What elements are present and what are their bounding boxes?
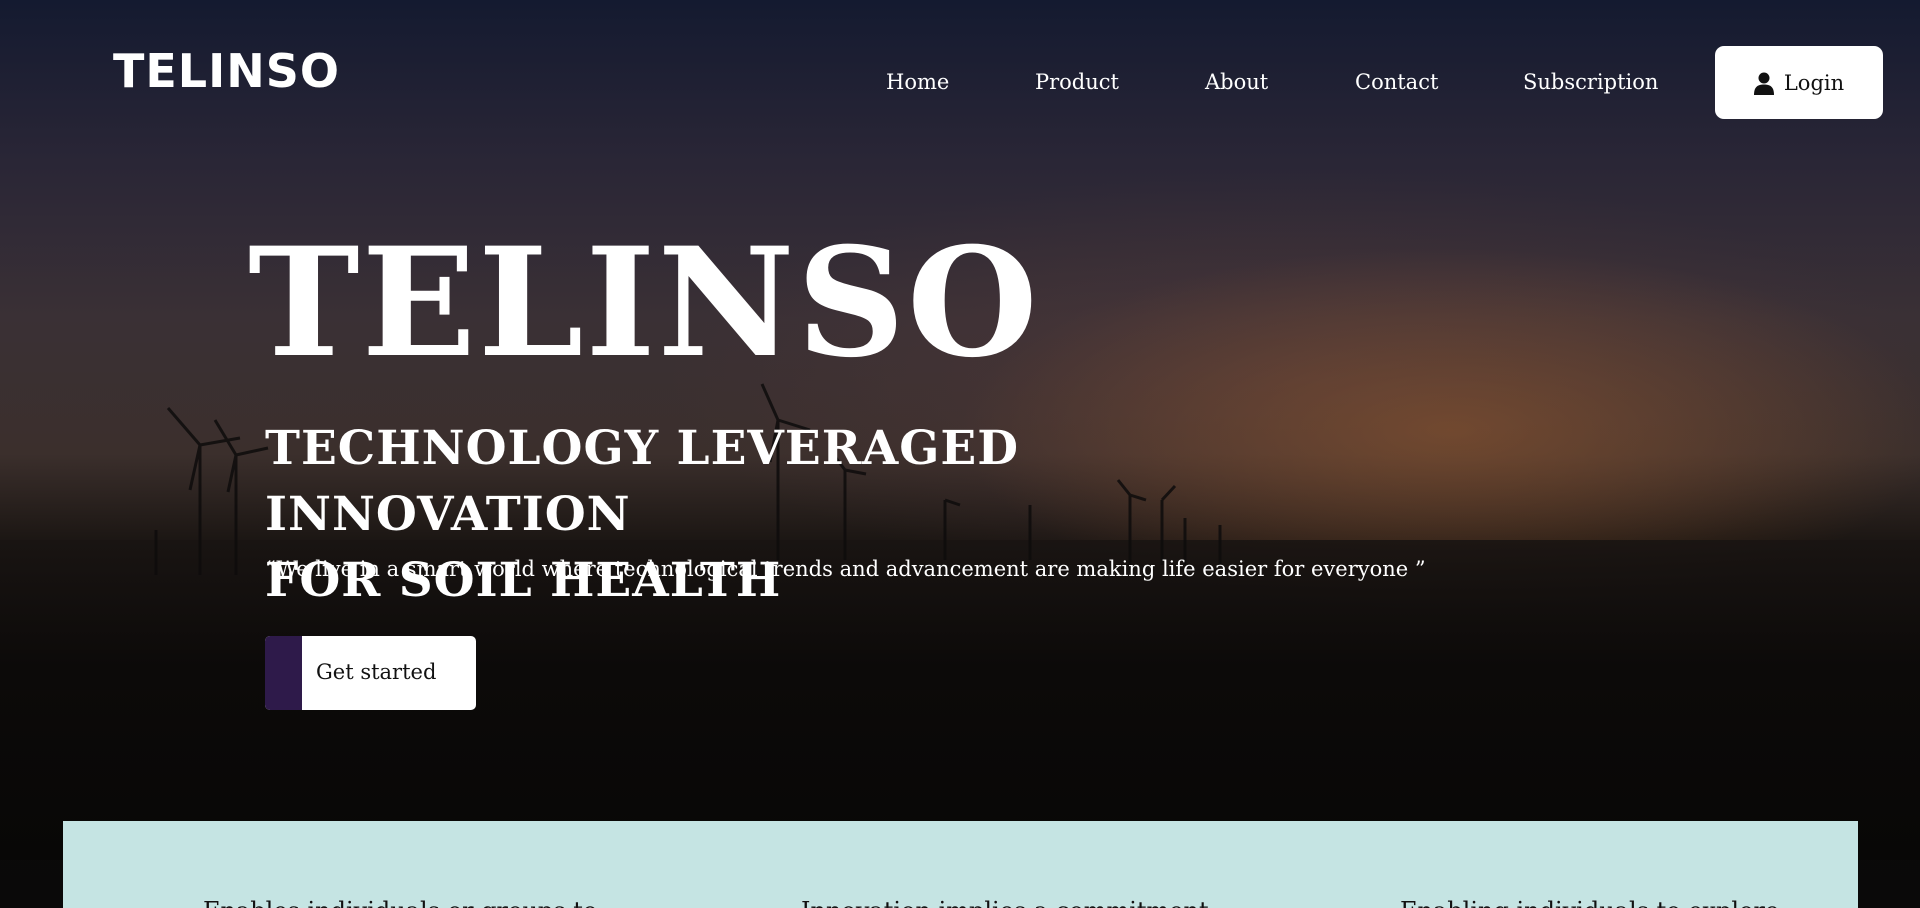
nav-link-about[interactable]: About [1205,70,1268,94]
cta-accent-bar [265,636,302,710]
features-section: Enables individuals or groups to Innovat… [63,821,1858,908]
nav-link-subscription[interactable]: Subscription [1523,70,1658,94]
login-label: Login [1783,70,1845,95]
get-started-label: Get started [316,660,437,684]
hero-quote: “We live in a smart world where technolo… [265,557,1426,581]
nav-link-product[interactable]: Product [1035,70,1119,94]
hero-subtitle-line-1: TECHNOLOGY LEVERAGED INNOVATION [265,421,1019,542]
nav-link-home[interactable]: Home [886,70,949,94]
feature-text-1: Enables individuals or groups to [203,897,597,908]
navbar: TELINSO Home Product About Contact Subsc… [0,0,1920,140]
feature-text-3: Enabling individuals to explore [1400,897,1779,908]
login-button[interactable]: Login [1715,46,1883,119]
hero-title: TELINSO [248,215,1040,391]
user-icon [1753,72,1774,95]
nav-link-contact[interactable]: Contact [1355,70,1438,94]
site-logo[interactable]: TELINSO [113,44,340,98]
feature-text-2: Innovation implies a commitment [801,897,1209,908]
get-started-button[interactable]: Get started [265,636,476,710]
hero-subtitle: TECHNOLOGY LEVERAGED INNOVATION FOR SOIL… [265,416,1365,614]
